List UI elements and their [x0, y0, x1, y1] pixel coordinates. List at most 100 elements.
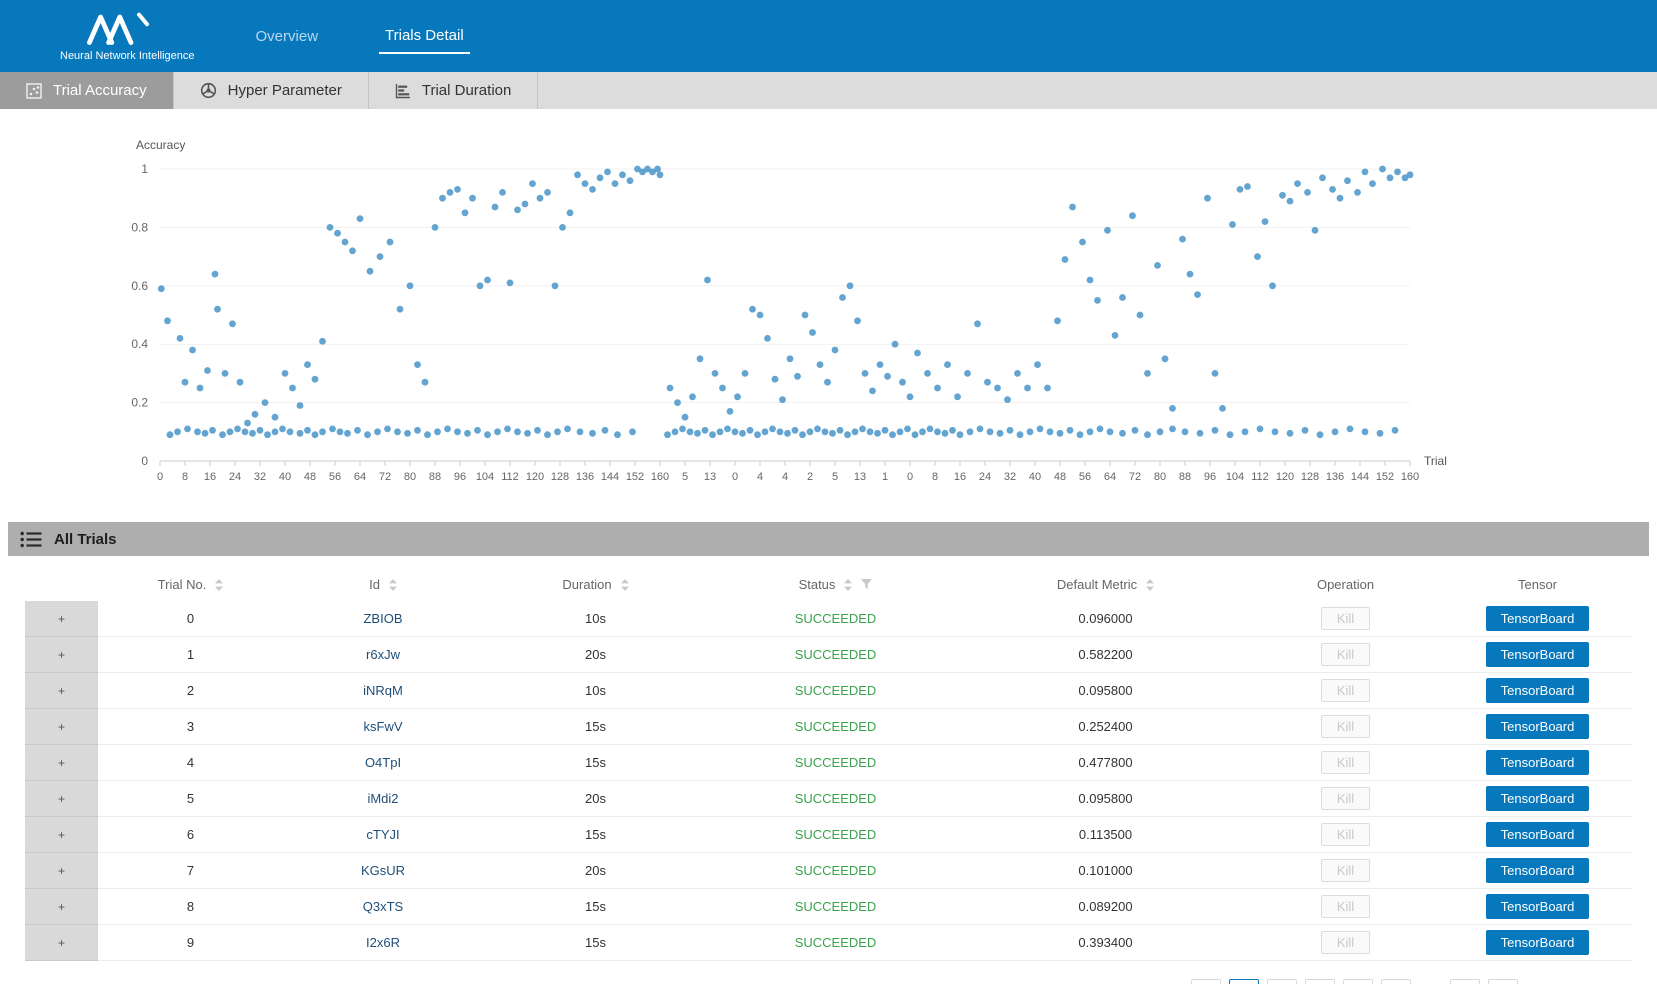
scatter-point	[814, 426, 821, 433]
kill-button[interactable]: Kill	[1321, 895, 1370, 918]
sort-icon[interactable]	[621, 579, 629, 591]
scatter-point	[794, 373, 801, 380]
scatter-point	[182, 379, 189, 386]
scatter-point	[754, 431, 761, 438]
tensorboard-button[interactable]: TensorBoard	[1486, 786, 1590, 811]
scatter-point	[897, 428, 904, 435]
scatter-point	[477, 282, 484, 289]
status-cell: SUCCEEDED	[708, 637, 963, 673]
operation-cell: Kill	[1248, 817, 1443, 853]
page-button-1[interactable]: 1	[1229, 979, 1259, 984]
scatter-point	[1194, 291, 1201, 298]
trial-no-cell: 9	[98, 925, 283, 961]
tensorboard-button[interactable]: TensorBoard	[1486, 606, 1590, 631]
col-header-trial-no[interactable]: Trial No.	[98, 568, 283, 601]
tab-overview[interactable]: Overview	[250, 20, 325, 53]
tab-trials-detail[interactable]: Trials Detail	[379, 19, 470, 54]
expand-button[interactable]: +	[25, 853, 98, 889]
tensorboard-button[interactable]: TensorBoard	[1486, 642, 1590, 667]
kill-button[interactable]: Kill	[1321, 643, 1370, 666]
y-tick-label: 0	[141, 454, 148, 468]
kill-button[interactable]: Kill	[1321, 787, 1370, 810]
scatter-point	[552, 282, 559, 289]
scatter-point	[882, 427, 889, 434]
page-button-last[interactable]: 42	[1450, 979, 1480, 984]
tensorboard-button[interactable]: TensorBoard	[1486, 930, 1590, 955]
page-button-5[interactable]: 5	[1381, 979, 1411, 984]
y-tick-label: 0.2	[131, 396, 148, 410]
scatter-point	[407, 282, 414, 289]
scatter-point	[394, 428, 401, 435]
scatter-point	[807, 428, 814, 435]
expand-button[interactable]: +	[25, 673, 98, 709]
expand-button[interactable]: +	[25, 817, 98, 853]
scatter-point	[397, 306, 404, 313]
scatter-point	[589, 430, 596, 437]
scatter-point	[1229, 221, 1236, 228]
sort-icon[interactable]	[215, 579, 223, 591]
kill-button[interactable]: Kill	[1321, 715, 1370, 738]
tensorboard-button[interactable]: TensorBoard	[1486, 822, 1590, 847]
sort-icon[interactable]	[389, 579, 397, 591]
scatter-point	[1362, 428, 1369, 435]
kill-button[interactable]: Kill	[1321, 679, 1370, 702]
scatter-point	[189, 347, 196, 354]
kill-button[interactable]: Kill	[1321, 931, 1370, 954]
expand-button[interactable]: +	[25, 601, 98, 637]
id-cell: I2x6R	[283, 925, 483, 961]
trial-no-cell: 2	[98, 673, 283, 709]
expand-button[interactable]: +	[25, 709, 98, 745]
expand-button[interactable]: +	[25, 889, 98, 925]
tensorboard-button[interactable]: TensorBoard	[1486, 750, 1590, 775]
scatter-point	[439, 195, 446, 202]
sort-icon[interactable]	[844, 579, 852, 591]
col-header-id[interactable]: Id	[283, 568, 483, 601]
x-tick-label: 120	[526, 471, 544, 483]
id-cell: iMdi2	[283, 781, 483, 817]
tensorboard-button[interactable]: TensorBoard	[1486, 858, 1590, 883]
kill-button[interactable]: Kill	[1321, 859, 1370, 882]
scatter-point	[484, 277, 491, 284]
scatter-point	[414, 361, 421, 368]
tensorboard-button[interactable]: TensorBoard	[1486, 894, 1590, 919]
expand-button[interactable]: +	[25, 781, 98, 817]
col-header-status[interactable]: Status	[708, 568, 963, 601]
subtab-trial-duration[interactable]: Trial Duration	[369, 72, 538, 109]
sort-icon[interactable]	[1146, 579, 1154, 591]
table-row: +9I2x6R15sSUCCEEDED0.393400KillTensorBoa…	[25, 925, 1632, 961]
kill-button[interactable]: Kill	[1321, 607, 1370, 630]
subtab-trial-accuracy[interactable]: Trial Accuracy	[0, 72, 174, 109]
page-button-3[interactable]: 3	[1305, 979, 1335, 984]
scatter-point	[839, 294, 846, 301]
expand-button[interactable]: +	[25, 637, 98, 673]
scatter-point	[1242, 428, 1249, 435]
kill-button[interactable]: Kill	[1321, 751, 1370, 774]
scatter-point	[227, 428, 234, 435]
x-tick-label: 136	[1326, 471, 1344, 483]
tensor-cell: TensorBoard	[1443, 601, 1632, 637]
scatter-point	[832, 347, 839, 354]
next-page-button[interactable]: ›	[1488, 979, 1518, 984]
page-button-2[interactable]: 2	[1267, 979, 1297, 984]
scatter-point	[574, 171, 581, 178]
x-tick-label: 5	[832, 471, 838, 483]
chart-canvas[interactable]: Accuracy 00.20.40.60.81 0816243240485664…	[0, 133, 1657, 495]
expand-button[interactable]: +	[25, 925, 98, 961]
accuracy-scatter-chart[interactable]: Accuracy 00.20.40.60.81 0816243240485664…	[0, 133, 1657, 500]
scatter-point	[524, 430, 531, 437]
filter-icon[interactable]	[861, 579, 872, 590]
tensorboard-button[interactable]: TensorBoard	[1486, 714, 1590, 739]
expand-button[interactable]: +	[25, 745, 98, 781]
col-header-duration[interactable]: Duration	[483, 568, 708, 601]
subtab-hyper-parameter[interactable]: Hyper Parameter	[174, 72, 369, 109]
tensorboard-button[interactable]: TensorBoard	[1486, 678, 1590, 703]
scatter-point	[867, 428, 874, 435]
prev-page-button[interactable]: ‹	[1191, 979, 1221, 984]
kill-button[interactable]: Kill	[1321, 823, 1370, 846]
page-button-4[interactable]: 4	[1343, 979, 1373, 984]
id-cell: r6xJw	[283, 637, 483, 673]
scatter-point	[1197, 430, 1204, 437]
col-header-default-metric[interactable]: Default Metric	[963, 568, 1248, 601]
scatter-point	[822, 428, 829, 435]
scatter-point	[312, 431, 319, 438]
